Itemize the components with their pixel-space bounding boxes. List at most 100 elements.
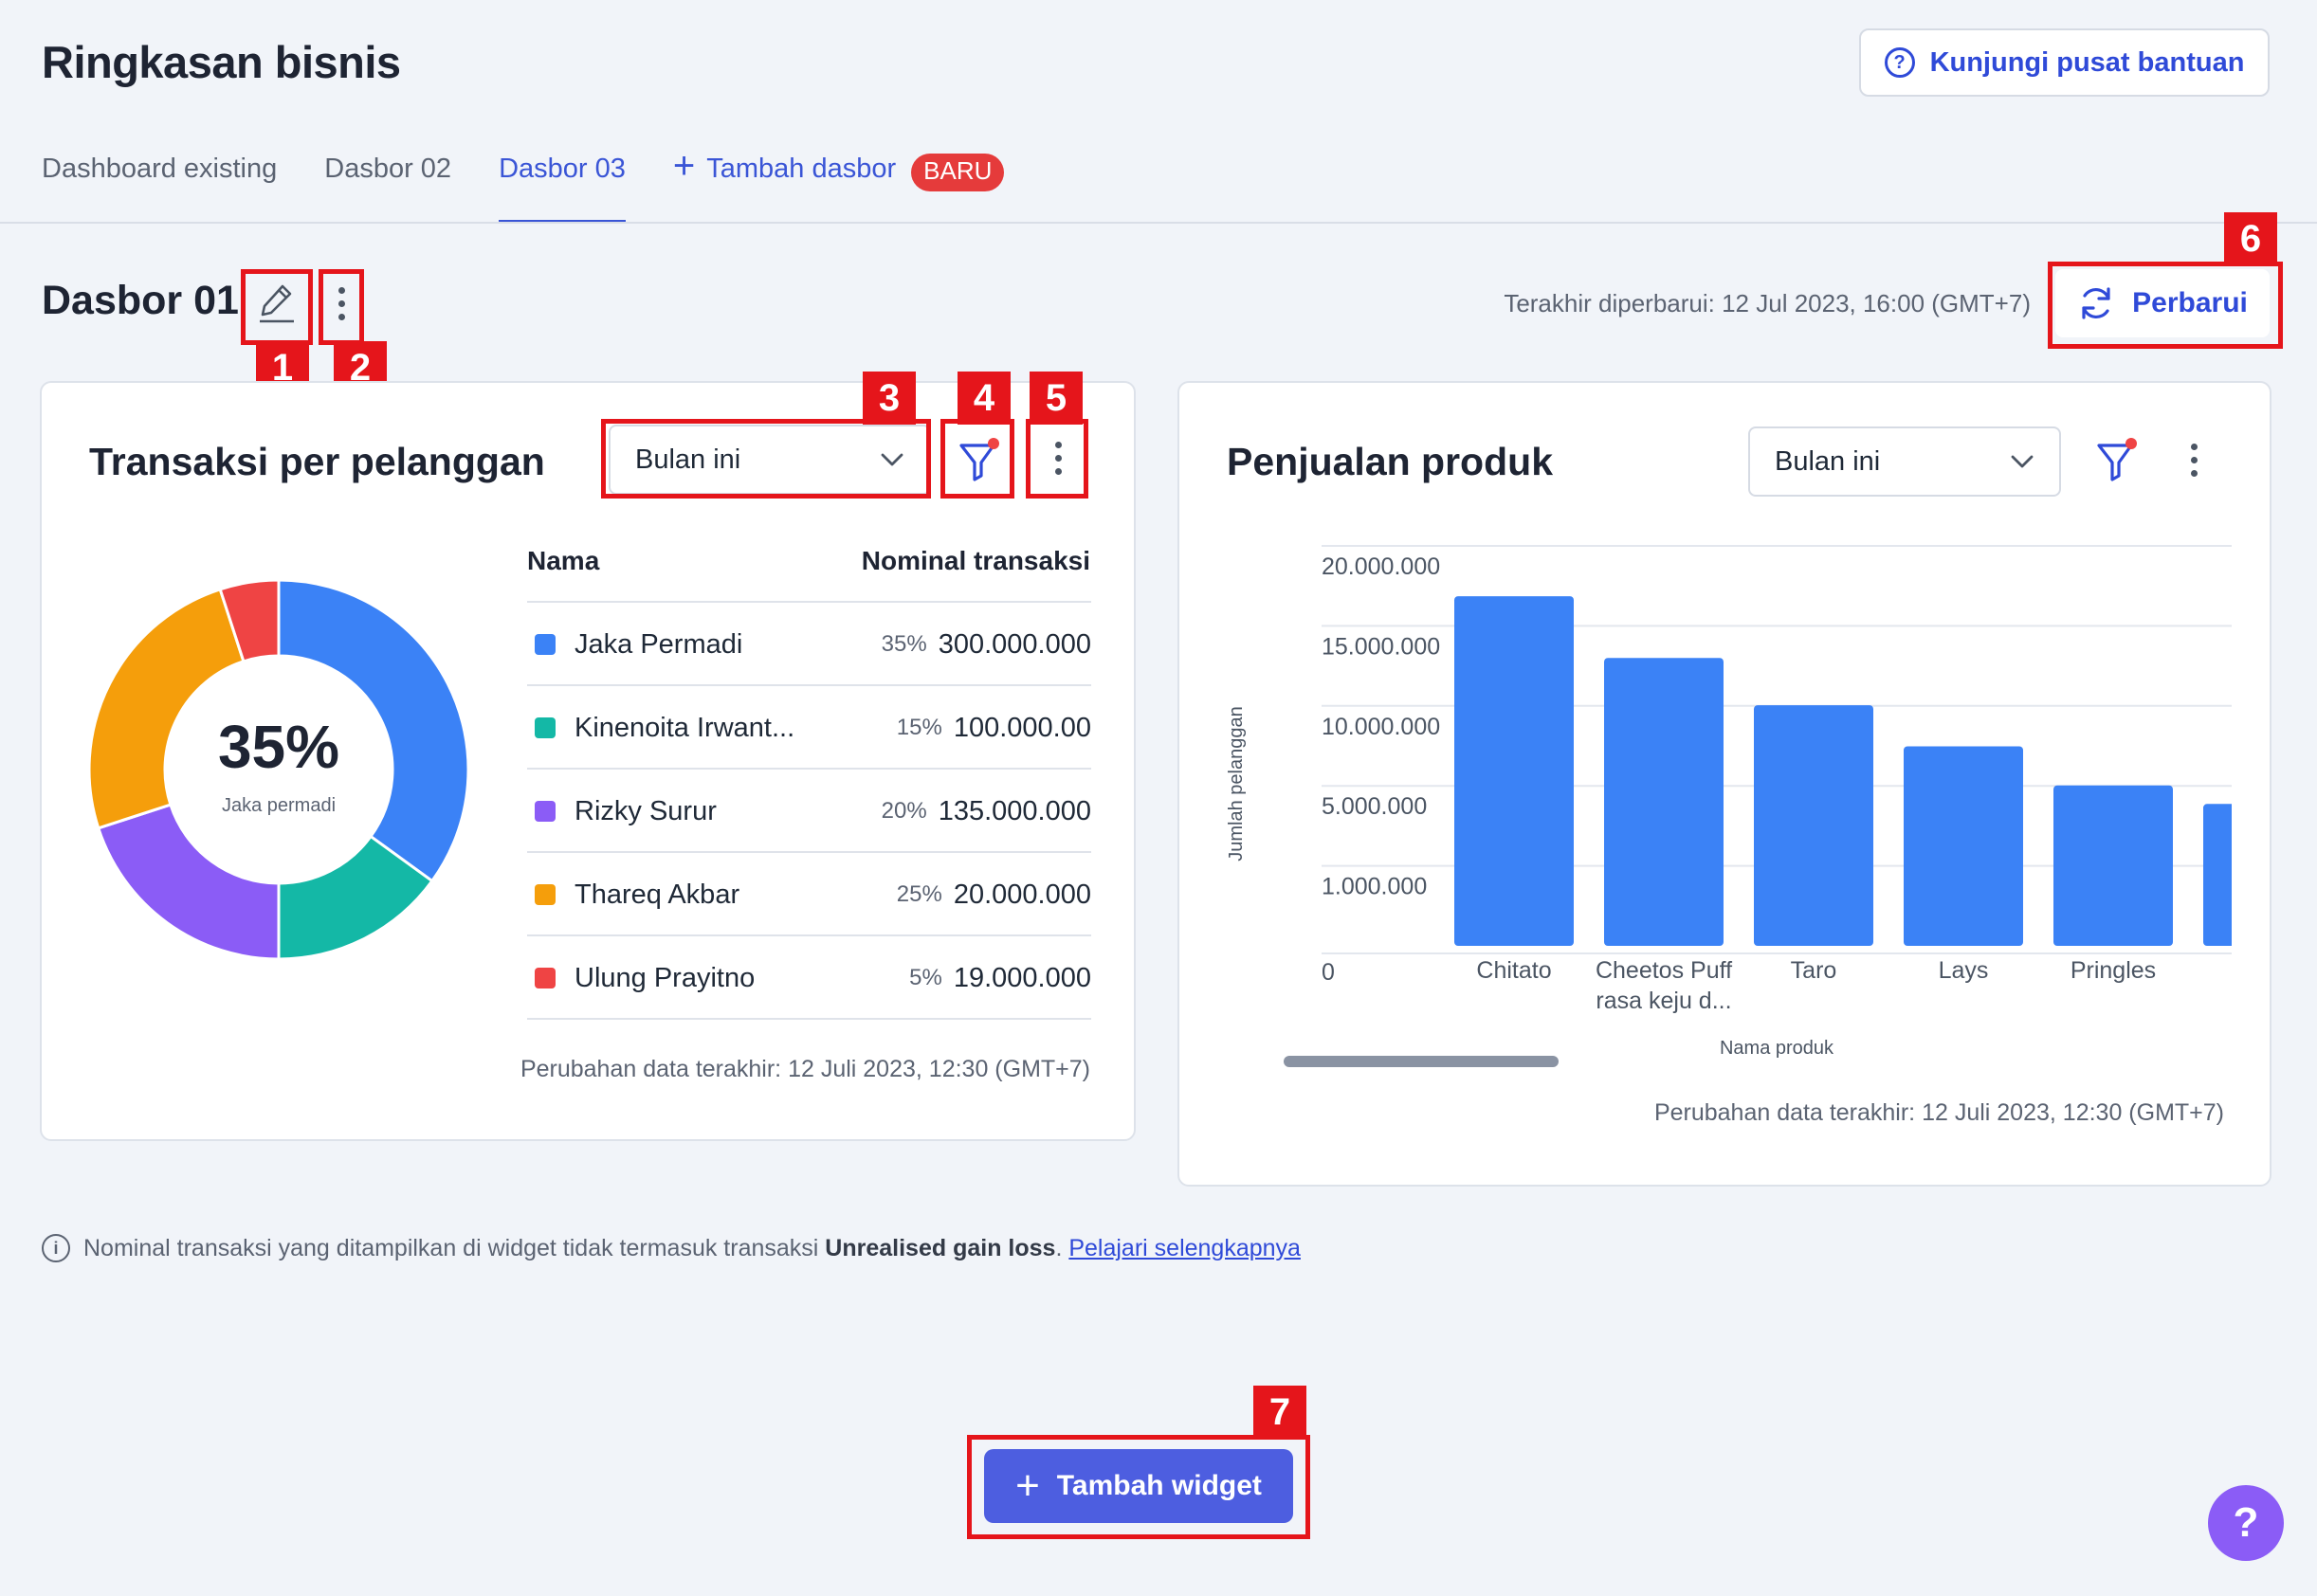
- customer-percent: 20%: [881, 798, 927, 824]
- bar[interactable]: [2203, 804, 2232, 946]
- x-tick-label: Lays: [1939, 957, 1989, 984]
- data-change-footnote: Perubahan data terakhir: 12 Juli 2023, 1…: [1653, 1099, 2224, 1126]
- bar[interactable]: [1904, 746, 2023, 946]
- customer-percent: 25%: [896, 881, 942, 907]
- table-row: Thareq Akbar 25% 20.000.000: [527, 851, 1091, 936]
- x-axis-title: Nama produk: [1720, 1038, 1834, 1059]
- dashboard-tabs: Dashboard existing Dasbor 02 Dasbor 03 +…: [42, 145, 1051, 224]
- bar-chart: 20.000.000 15.000.000 10.000.000 5.000.000 1…: [1226, 545, 2232, 1059]
- highlight-box-2: [319, 269, 364, 345]
- table-bottom-rule: [527, 1018, 1091, 1022]
- customer-name: Jaka Permadi: [575, 628, 743, 660]
- add-dashboard-label: Tambah dasbor: [706, 154, 897, 184]
- tab-divider: [0, 222, 2317, 224]
- help-fab-button[interactable]: ?: [2208, 1485, 2284, 1561]
- donut-center-label: Jaka permadi: [222, 795, 336, 816]
- highlight-box-1: [241, 269, 313, 345]
- widget-title: Penjualan produk: [1227, 440, 1553, 483]
- col-header-value: Nominal transaksi: [861, 546, 1090, 575]
- plus-icon: +: [672, 145, 696, 187]
- help-center-label: Kunjungi pusat bantuan: [1929, 46, 2245, 78]
- y-tick-label: 5.000.000: [1322, 793, 1427, 820]
- table-row: Ulung Prayitno 5% 19.000.000: [527, 934, 1091, 1020]
- info-bold-text: Unrealised gain loss: [825, 1234, 1056, 1261]
- x-tick-label: rasa keju d...: [1596, 988, 1731, 1014]
- x-tick-label: Cheetos Puff: [1596, 957, 1732, 984]
- info-icon: i: [42, 1234, 70, 1262]
- filter-icon: [2097, 438, 2137, 481]
- table-row: Kinenoita Irwant... 15% 100.000.00: [527, 684, 1091, 770]
- chart-scrollbar[interactable]: [1284, 1056, 1559, 1067]
- customer-amount: 100.000.00: [953, 712, 1091, 743]
- legend-swatch: [535, 884, 556, 905]
- legend-swatch: [535, 801, 556, 822]
- customer-name: Kinenoita Irwant...: [575, 712, 795, 743]
- dashboard-title: Dasbor 01: [42, 278, 239, 323]
- info-period: .: [1055, 1234, 1063, 1261]
- table-row: Rizky Surur 20% 135.000.000: [527, 768, 1091, 853]
- y-axis-title: Jumlah pelanggan: [1226, 706, 1247, 861]
- bar[interactable]: [1754, 705, 1873, 946]
- y-tick-label: 15.000.000: [1322, 633, 1440, 660]
- period-value: Bulan ini: [1775, 445, 1881, 477]
- donut-slice[interactable]: [87, 587, 246, 830]
- tab-dasbor-03[interactable]: Dasbor 03: [499, 154, 626, 224]
- table-row: Jaka Permadi 35% 300.000.000: [527, 601, 1091, 686]
- tab-dashboard-existing[interactable]: Dashboard existing: [42, 154, 277, 224]
- customer-amount: 300.000.000: [938, 628, 1091, 660]
- donut-chart: 35% Jaka permadi: [87, 578, 470, 961]
- annotation-tag-4: 4: [958, 372, 1011, 425]
- customer-name: Ulung Prayitno: [575, 962, 756, 993]
- customer-percent: 35%: [881, 631, 927, 657]
- info-note: i Nominal transaksi yang ditampilkan di …: [42, 1234, 1301, 1262]
- bar[interactable]: [2053, 785, 2173, 946]
- customer-name: Rizky Surur: [575, 795, 717, 826]
- info-text: Nominal transaksi yang ditampilkan di wi…: [83, 1234, 819, 1261]
- tab-dasbor-02[interactable]: Dasbor 02: [324, 154, 451, 224]
- customer-amount: 135.000.000: [938, 795, 1091, 826]
- customer-percent: 15%: [896, 715, 942, 740]
- add-dashboard-tab[interactable]: + Tambah dasbor BARU: [672, 145, 1005, 224]
- donut-slice[interactable]: [96, 803, 281, 961]
- highlight-box-7: [967, 1435, 1310, 1539]
- col-header-name: Nama: [527, 546, 600, 575]
- donut-center-value: 35%: [218, 713, 339, 781]
- legend-swatch: [535, 968, 556, 988]
- annotation-tag-6: 6: [2224, 212, 2277, 265]
- x-tick-label: Chitato: [1476, 957, 1551, 984]
- x-tick-label: Taro: [1791, 957, 1837, 984]
- highlight-box-5: [1026, 419, 1088, 499]
- highlight-box-4: [940, 419, 1014, 499]
- period-dropdown[interactable]: Bulan ini: [1748, 426, 2061, 497]
- customer-percent: 5%: [909, 965, 942, 990]
- y-tick-label: 10.000.000: [1322, 714, 1440, 740]
- widget-title: Transaksi per pelanggan: [89, 440, 545, 483]
- customer-amount: 19.000.000: [953, 962, 1091, 993]
- new-badge: BARU: [911, 154, 1005, 191]
- legend-swatch: [535, 634, 556, 655]
- bar[interactable]: [1454, 596, 1574, 946]
- last-updated-text: Terakhir diperbarui: 12 Jul 2023, 16:00 …: [1504, 289, 2031, 317]
- highlight-box-6: [2048, 262, 2283, 349]
- customer-name: Thareq Akbar: [575, 879, 740, 910]
- page-title: Ringkasan bisnis: [42, 37, 401, 87]
- data-change-footnote: Perubahan data terakhir: 12 Juli 2023, 1…: [520, 1056, 1090, 1082]
- widget-more-button[interactable]: [2175, 426, 2213, 493]
- chevron-down-icon: [2011, 455, 2034, 468]
- question-circle-icon: ?: [1884, 47, 1915, 78]
- legend-swatch: [535, 717, 556, 738]
- bar[interactable]: [1604, 658, 1724, 946]
- learn-more-link[interactable]: Pelajari selengkapnya: [1068, 1235, 1301, 1261]
- highlight-box-3: [601, 419, 931, 499]
- y-tick-label: 1.000.000: [1322, 874, 1427, 900]
- customer-amount: 20.000.000: [953, 879, 1091, 910]
- y-tick-label: 20.000.000: [1322, 553, 1440, 580]
- y-tick-label: 0: [1322, 959, 1335, 986]
- annotation-tag-5: 5: [1030, 372, 1083, 425]
- x-tick-label: Pringles: [2071, 957, 2156, 984]
- widget-product-sales: Penjualan produk Bulan ini 20.000.000 15.…: [1177, 381, 2271, 1187]
- filter-button[interactable]: [2088, 425, 2144, 491]
- annotation-tag-7: 7: [1253, 1386, 1306, 1439]
- annotation-tag-3: 3: [863, 372, 916, 425]
- help-center-button[interactable]: ? Kunjungi pusat bantuan: [1859, 28, 2270, 97]
